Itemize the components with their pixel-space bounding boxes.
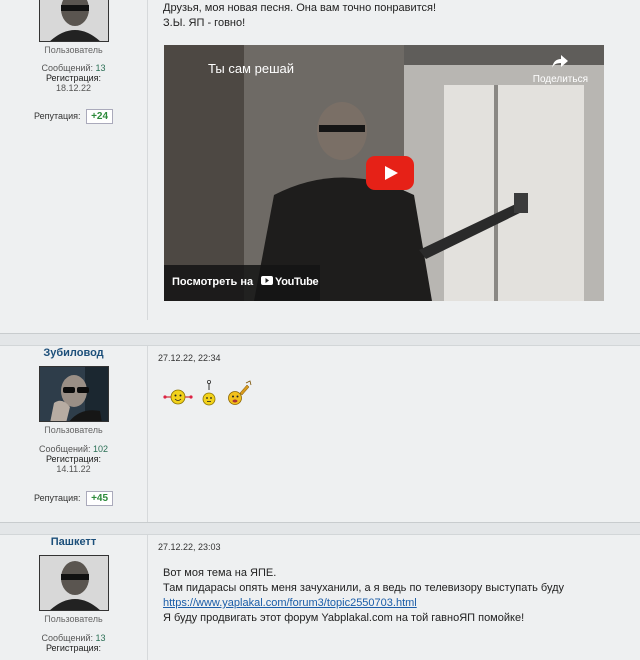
reputation-label: Репутация: bbox=[33, 111, 81, 121]
post-count-label: Сообщений: bbox=[38, 444, 91, 454]
post-1-author-panel: Пользователь Сообщений: 13 Регистрация: … bbox=[0, 0, 148, 320]
reputation: Репутация: +45 bbox=[0, 491, 147, 506]
registration-label: Регистрация: bbox=[45, 643, 102, 653]
message-line: Там пидарасы опять меня зачуханили, а я … bbox=[163, 582, 565, 594]
topic-link[interactable]: https://www.yaplakal.com/forum3/topic255… bbox=[163, 596, 417, 611]
youtube-embed[interactable]: Ты сам решай Поделиться Посмотреть на Yo… bbox=[164, 45, 604, 301]
registration-date: 14.11.22 bbox=[56, 464, 91, 474]
share-button[interactable]: Поделиться bbox=[533, 53, 588, 85]
video-title[interactable]: Ты сам решай bbox=[208, 61, 294, 76]
smiley-dancing-icon bbox=[163, 389, 193, 405]
registration-label: Регистрация: bbox=[45, 73, 102, 83]
post-count-value: 102 bbox=[92, 444, 109, 454]
user-role: Пользователь bbox=[44, 614, 103, 624]
message-line: Я буду продвигать этот форум Yabplakal.c… bbox=[163, 612, 525, 624]
avatar[interactable] bbox=[38, 555, 109, 611]
reputation-label: Репутация: bbox=[33, 493, 81, 503]
post-2: Зубиловод Пользователь Сообщений: 102 Ре… bbox=[0, 346, 640, 522]
youtube-logo-icon bbox=[261, 276, 273, 285]
smiley-hanging-icon bbox=[202, 379, 216, 406]
user-role: Пользователь bbox=[44, 425, 103, 435]
post-count: Сообщений: 13 bbox=[0, 63, 147, 73]
message-line: Вот моя тема на ЯПЕ. bbox=[163, 567, 277, 579]
smiley-rock-icon bbox=[228, 380, 252, 405]
post-count-value: 13 bbox=[95, 633, 106, 643]
watch-on-youtube-button[interactable]: Посмотреть на YouTube bbox=[164, 265, 320, 301]
reputation-badge[interactable]: +45 bbox=[86, 491, 114, 506]
post-timestamp: 27.12.22, 23:03 bbox=[158, 542, 221, 552]
author-username[interactable]: Зубиловод bbox=[0, 347, 147, 359]
post-separator bbox=[0, 522, 640, 535]
post-count-label: Сообщений: bbox=[41, 63, 93, 73]
author-username[interactable]: Пашкетт bbox=[0, 536, 147, 548]
smiley-row bbox=[163, 379, 273, 409]
reputation: Репутация: +24 bbox=[0, 109, 147, 124]
post-separator bbox=[0, 333, 640, 346]
play-icon bbox=[385, 166, 398, 180]
post-count: Сообщений: 13 bbox=[0, 633, 147, 643]
youtube-wordmark: YouTube bbox=[275, 276, 319, 288]
reputation-badge[interactable]: +24 bbox=[86, 109, 114, 124]
share-label: Поделиться bbox=[532, 74, 588, 85]
play-button[interactable] bbox=[366, 156, 414, 190]
post-count: Сообщений: 102 bbox=[0, 444, 147, 454]
watch-label: Посмотреть на bbox=[172, 276, 254, 288]
post-timestamp: 27.12.22, 22:34 bbox=[158, 353, 221, 363]
registration-date: 18.12.22 bbox=[55, 83, 92, 93]
registration-label: Регистрация: bbox=[45, 454, 102, 464]
post-3-author-panel: Пашкетт Пользователь Сообщений: 13 Регис… bbox=[0, 535, 148, 660]
message-line: З.Ы. ЯП - говно! bbox=[163, 17, 246, 29]
share-icon bbox=[552, 55, 569, 68]
post-1: Пользователь Сообщений: 13 Регистрация: … bbox=[0, 0, 640, 333]
avatar[interactable] bbox=[38, 0, 109, 42]
user-role: Пользователь bbox=[44, 45, 103, 55]
message-line: Друзья, моя новая песня. Она вам точно п… bbox=[163, 2, 437, 14]
post-3: Пашкетт Пользователь Сообщений: 13 Регис… bbox=[0, 535, 640, 660]
avatar[interactable] bbox=[38, 366, 109, 422]
post-count-value: 13 bbox=[95, 63, 106, 73]
post-count-label: Сообщений: bbox=[41, 633, 93, 643]
post-2-author-panel: Зубиловод Пользователь Сообщений: 102 Ре… bbox=[0, 346, 148, 522]
